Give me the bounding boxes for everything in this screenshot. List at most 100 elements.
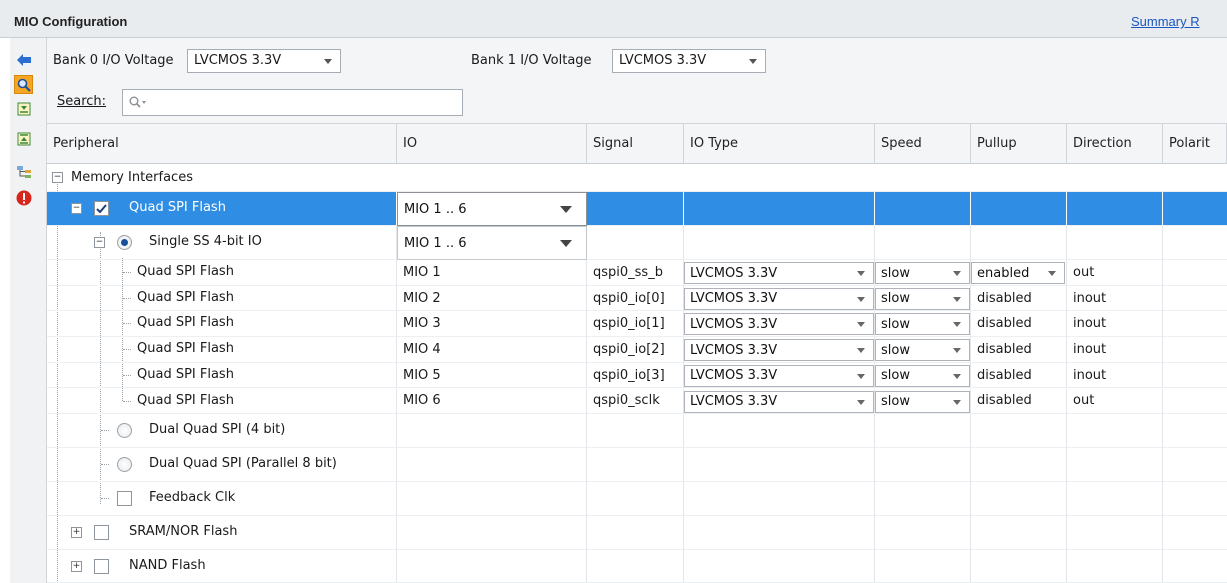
io-type-cell [684,414,875,448]
column-header-direction[interactable]: Direction [1067,124,1163,164]
peripheral-cell: − Single SS 4-bit IO [47,226,397,260]
speed-select[interactable]: slow [875,364,970,387]
io-type-select[interactable]: LVCMOS 3.3V [684,364,874,387]
polarity-cell [1163,363,1227,389]
polarity-cell [1163,482,1227,516]
panel-header: MIO Configuration Summary R [0,0,1227,38]
pullup-cell: disabled [971,337,1067,363]
speed-cell: slow [875,260,971,286]
signal-cell [587,448,684,482]
column-header-io[interactable]: IO [397,124,587,164]
speed-cell [875,550,971,583]
search-input[interactable] [122,89,463,116]
tree-row-feedback-clk[interactable]: Feedback Clk [47,482,1227,516]
io-range-dropdown[interactable]: MIO 1 .. 6 [397,226,587,260]
hierarchy-icon[interactable] [14,162,33,181]
table-row[interactable]: Quad SPI Flash MIO 5 qspi0_io[3] LVCMOS 3.3… [47,362,1227,389]
back-arrow-icon[interactable] [14,50,33,69]
speed-cell: slow [875,285,971,312]
tree-row-sram-nor-flash[interactable]: + SRAM/NOR Flash [47,516,1227,550]
speed-select[interactable]: slow [875,287,970,310]
column-header-peripheral[interactable]: Peripheral [47,124,397,164]
search-icon [129,96,146,108]
column-header-speed[interactable]: Speed [875,124,971,164]
expand-all-icon[interactable] [14,129,33,148]
io-type-cell: LVCMOS 3.3V [684,362,875,389]
dual-quad-parallel-radio[interactable] [117,457,132,472]
bank0-voltage-value: LVCMOS 3.3V [194,53,282,68]
io-type-select[interactable]: LVCMOS 3.3V [684,339,874,362]
pullup-cell [971,482,1067,516]
collapse-all-icon[interactable] [14,99,33,118]
io-cell [397,482,587,516]
speed-select[interactable]: slow [875,262,970,284]
pullup-cell: disabled [971,388,1067,415]
speed-select[interactable]: slow [875,390,970,413]
pullup-cell: enabled [971,260,1067,286]
speed-select[interactable]: slow [875,313,970,336]
chevron-down-icon [857,348,865,354]
column-header-pullup[interactable]: Pullup [971,124,1067,164]
io-type-cell: LVCMOS 3.3V [684,337,875,363]
chevron-down-icon [953,322,961,328]
table-row[interactable]: Quad SPI Flash MIO 2 qspi0_io[0] LVCMOS 3.3… [47,285,1227,312]
direction-cell: inout [1067,311,1163,338]
bank0-voltage-select[interactable]: LVCMOS 3.3V [187,49,341,73]
error-icon[interactable] [14,188,33,207]
tree-branch-line [101,430,109,431]
peripheral-cell: Quad SPI Flash [47,362,397,389]
tree-row-quad-spi-flash[interactable]: − Quad SPI Flash MIO 1 .. 6 [47,192,1227,226]
speed-value: slow [881,316,910,332]
expand-icon[interactable]: + [71,527,82,538]
table-row[interactable]: Quad SPI Flash MIO 6 qspi0_sclk LVCMOS 3.3V… [47,388,1227,415]
io-type-cell [684,550,875,583]
table-row[interactable]: Quad SPI Flash MIO 1 qspi0_ss_b LVCMOS 3.3V… [47,260,1227,286]
feedback-clk-checkbox[interactable] [117,491,132,506]
io-type-value: LVCMOS 3.3V [690,265,778,281]
io-type-select[interactable]: LVCMOS 3.3V [684,313,874,336]
search-label: Search: [57,94,107,109]
collapse-icon[interactable]: − [71,203,82,214]
peripheral-cell: Quad SPI Flash [47,285,397,312]
tree-row-nand-flash[interactable]: + NAND Flash [47,550,1227,583]
dual-quad-radio[interactable] [117,423,132,438]
collapse-icon[interactable]: − [52,172,63,183]
quad-spi-enable-checkbox[interactable] [94,201,109,216]
direction-cell [1067,482,1163,516]
pullup-select[interactable]: enabled [971,262,1065,284]
expand-icon[interactable]: + [71,561,82,572]
table-row[interactable]: Quad SPI Flash MIO 4 qspi0_io[2] LVCMOS 3.3… [47,337,1227,363]
peripheral-cell: Quad SPI Flash [47,337,397,363]
bank1-voltage-select[interactable]: LVCMOS 3.3V [612,49,766,73]
io-range-dropdown[interactable]: MIO 1 .. 6 [397,192,587,226]
io-type-value: LVCMOS 3.3V [690,291,778,307]
single-ss-radio[interactable] [117,235,132,250]
bank0-voltage-label: Bank 0 I/O Voltage [53,53,174,68]
io-type-select[interactable]: LVCMOS 3.3V [684,262,874,284]
tree-row-single-ss[interactable]: − Single SS 4-bit IO MIO 1 .. 6 [47,226,1227,260]
tree-row-dual-quad-spi[interactable]: Dual Quad SPI (4 bit) [47,414,1227,448]
nand-checkbox[interactable] [94,559,109,574]
chevron-down-icon [857,271,865,276]
tree-row-memory-interfaces[interactable]: − Memory Interfaces [47,164,1227,192]
sram-nor-checkbox[interactable] [94,525,109,540]
io-type-select[interactable]: LVCMOS 3.3V [684,287,874,310]
table-row[interactable]: Quad SPI Flash MIO 3 qspi0_io[1] LVCMOS 3.3… [47,311,1227,338]
direction-cell [1067,550,1163,583]
peripheral-name: Quad SPI Flash [137,315,234,331]
collapse-icon[interactable]: − [94,237,105,248]
io-type-select[interactable]: LVCMOS 3.3V [684,390,874,413]
peripheral-cell: Dual Quad SPI (4 bit) [47,414,397,448]
peripheral-name: Quad SPI Flash [137,289,234,305]
pullup-cell [971,516,1067,550]
search-toggle-icon[interactable] [14,75,33,94]
tree-row-dual-quad-spi-parallel[interactable]: Dual Quad SPI (Parallel 8 bit) [47,448,1227,482]
mio-table: Peripheral IO Signal IO Type Speed Pullu… [47,124,1227,583]
column-header-io-type[interactable]: IO Type [684,124,875,164]
chevron-down-icon [953,271,961,276]
column-header-signal[interactable]: Signal [587,124,684,164]
speed-select[interactable]: slow [875,339,970,362]
summary-report-link[interactable]: Summary R [1131,14,1200,29]
column-header-polarity[interactable]: Polarit [1163,124,1227,164]
polarity-cell [1163,311,1227,338]
